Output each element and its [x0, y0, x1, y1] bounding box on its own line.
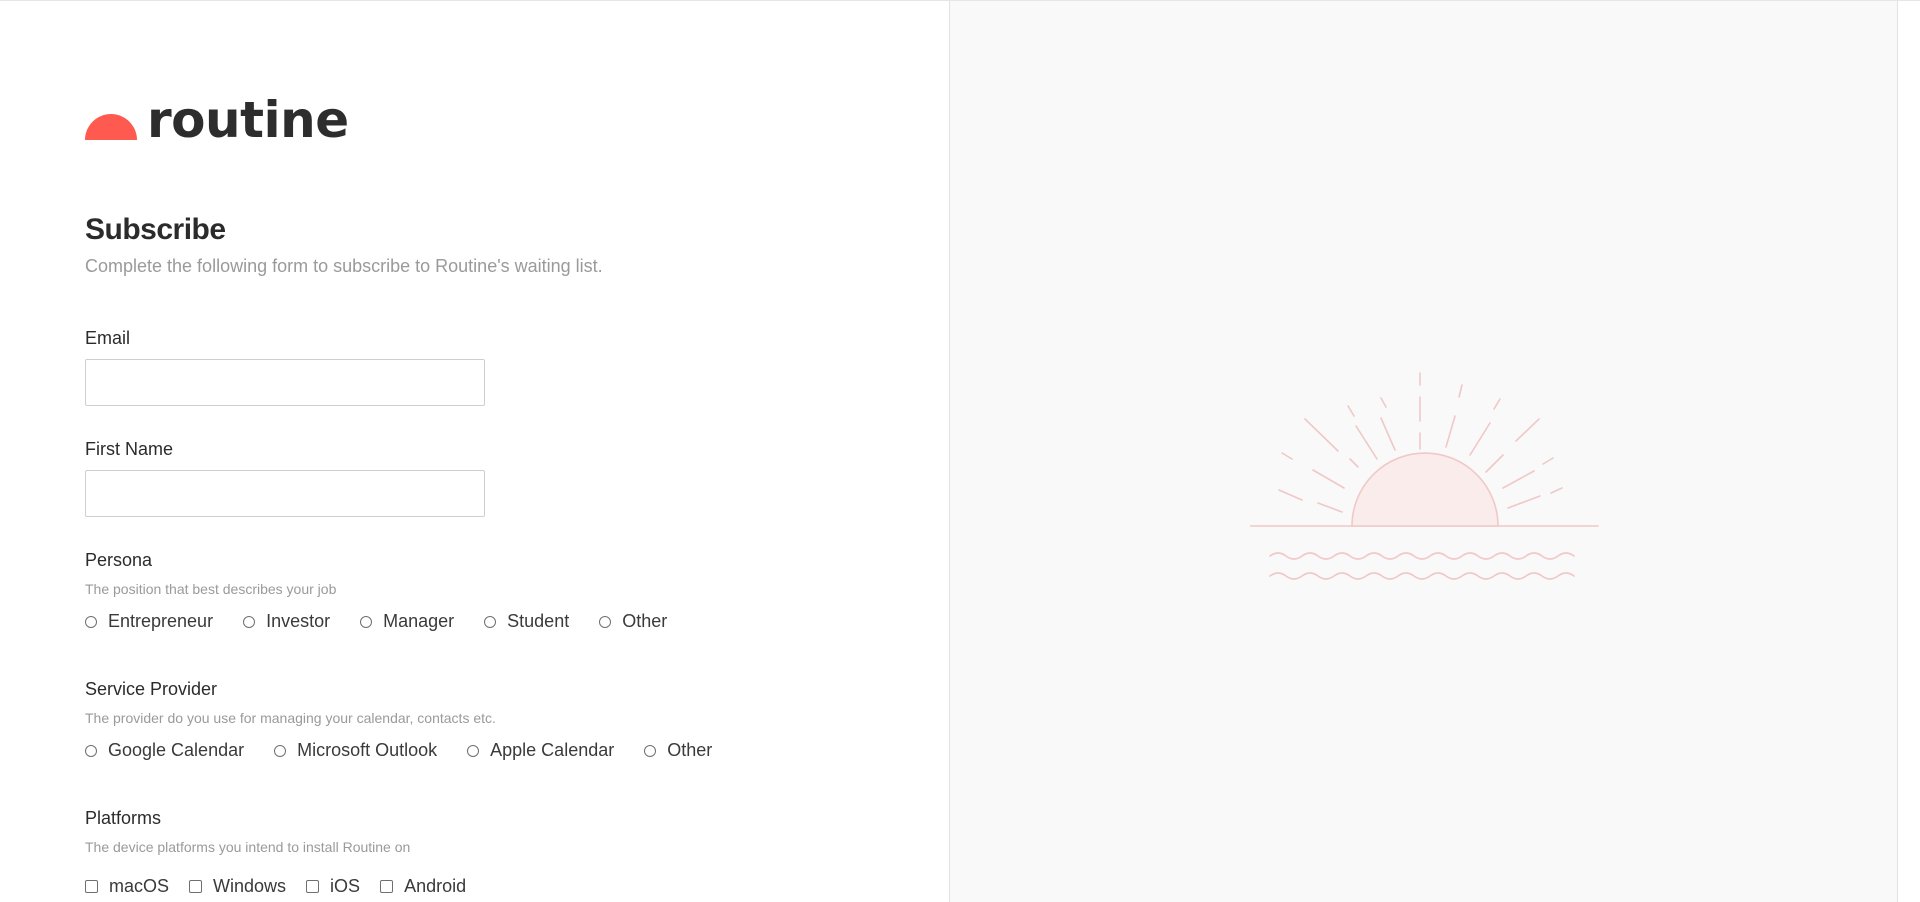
first-name-field[interactable]	[85, 470, 485, 517]
option-label: iOS	[330, 876, 361, 896]
platform-option-ios[interactable]: iOS	[306, 876, 360, 897]
option-label: macOS	[109, 876, 170, 896]
radio-button[interactable]	[85, 615, 97, 628]
email-label: Email	[85, 328, 131, 348]
provider-option-google-calendar[interactable]: Google Calendar	[85, 740, 244, 761]
page-title: Subscribe	[85, 213, 226, 246]
service-provider-help-text: The provider do you use for managing you…	[85, 710, 496, 726]
platforms-label: Platforms	[85, 808, 162, 828]
radio-button[interactable]	[274, 744, 287, 757]
platforms-help-text: The device platforms you intend to insta…	[85, 839, 411, 855]
persona-option-student[interactable]: Student	[484, 611, 569, 632]
persona-option-other[interactable]: Other	[599, 611, 667, 632]
option-label: Other	[667, 740, 713, 760]
persona-label: Persona	[85, 550, 153, 570]
service-provider-label: Service Provider	[85, 679, 218, 699]
option-label: Android	[404, 876, 467, 896]
radio-button[interactable]	[644, 744, 657, 757]
persona-option-investor[interactable]: Investor	[243, 611, 330, 632]
radio-button[interactable]	[599, 615, 612, 628]
sunrise-illustration-icon	[1250, 372, 1599, 580]
option-label: Google Calendar	[108, 740, 245, 760]
option-label: Windows	[213, 876, 287, 896]
service-provider-options: Google Calendar Microsoft Outlook Apple …	[85, 740, 742, 761]
checkbox[interactable]	[189, 880, 203, 893]
email-field[interactable]	[85, 359, 485, 406]
option-label: Apple Calendar	[490, 740, 615, 760]
option-label: Student	[507, 611, 570, 631]
radio-button[interactable]	[484, 615, 497, 628]
platforms-options: macOS Windows iOS Android	[85, 876, 486, 897]
page: routine Subscribe Complete the following…	[0, 0, 1920, 902]
option-label: Manager	[383, 611, 455, 631]
page-subtitle: Complete the following form to subscribe…	[85, 256, 603, 276]
checkbox[interactable]	[306, 880, 320, 893]
option-label: Investor	[266, 611, 331, 631]
logo-semicircle-icon	[85, 114, 137, 140]
platform-option-macos[interactable]: macOS	[85, 876, 169, 897]
platform-option-windows[interactable]: Windows	[189, 876, 286, 897]
persona-help-text: The position that best describes your jo…	[85, 581, 337, 597]
radio-button[interactable]	[243, 615, 256, 628]
option-label: Entrepreneur	[108, 611, 214, 631]
persona-option-manager[interactable]: Manager	[360, 611, 454, 632]
first-name-label: First Name	[85, 439, 174, 459]
provider-option-microsoft-outlook[interactable]: Microsoft Outlook	[274, 740, 437, 761]
radio-button[interactable]	[467, 744, 480, 757]
provider-option-other[interactable]: Other	[644, 740, 712, 761]
option-label: Microsoft Outlook	[297, 740, 438, 760]
provider-option-apple-calendar[interactable]: Apple Calendar	[467, 740, 614, 761]
page-margin	[1898, 1, 1920, 902]
persona-option-entrepreneur[interactable]: Entrepreneur	[85, 611, 213, 632]
option-label: Other	[622, 611, 668, 631]
radio-button[interactable]	[360, 615, 373, 628]
radio-button[interactable]	[85, 744, 97, 757]
persona-options: Entrepreneur Investor Manager Student Ot…	[85, 611, 697, 632]
logo-wordmark: routine	[147, 91, 349, 149]
logo: routine	[85, 91, 349, 149]
checkbox[interactable]	[85, 880, 98, 893]
platform-option-android[interactable]: Android	[380, 876, 466, 897]
checkbox[interactable]	[380, 880, 394, 893]
form-panel: routine Subscribe Complete the following…	[0, 1, 949, 902]
